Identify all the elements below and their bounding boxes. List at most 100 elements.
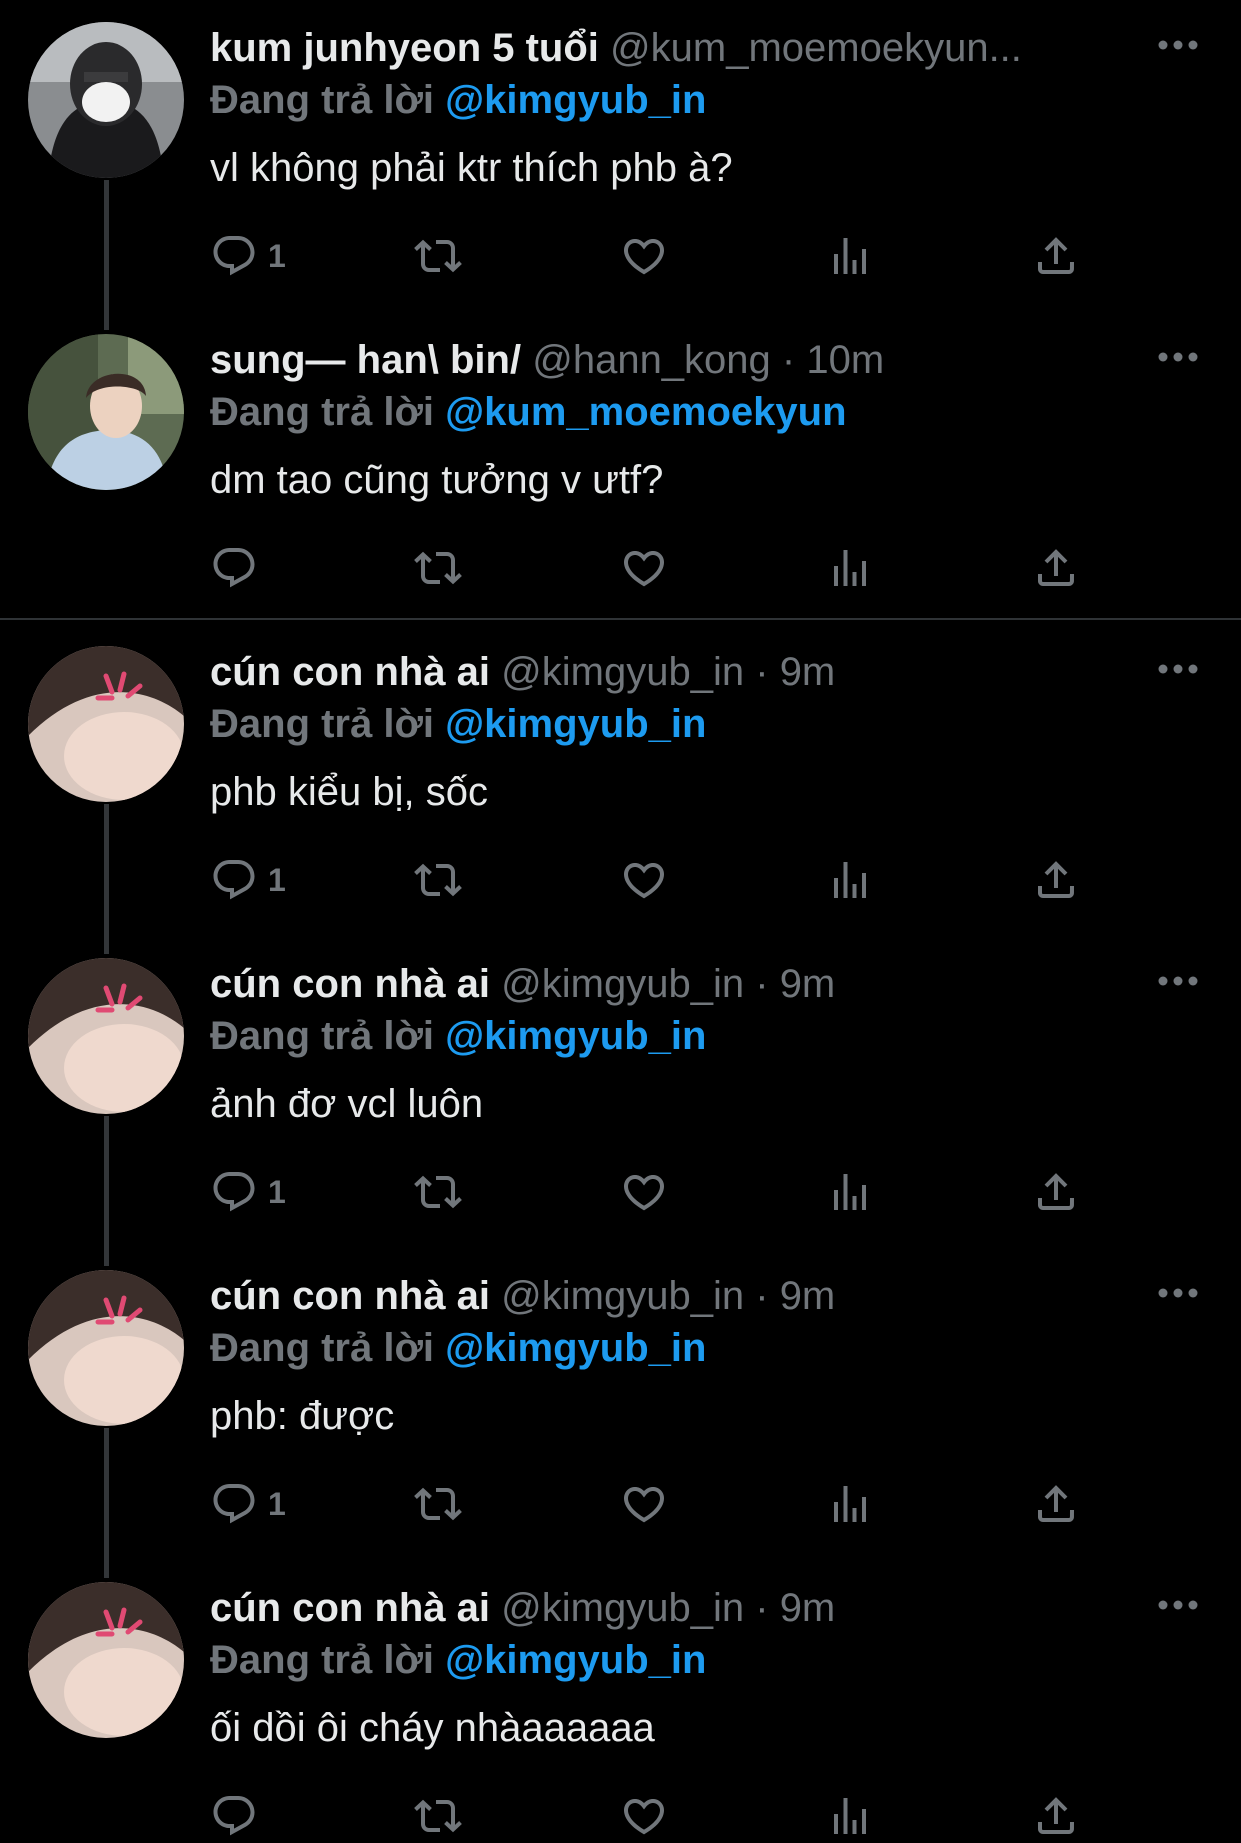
share-icon [1032,232,1080,280]
retweet-button[interactable] [414,1790,462,1842]
more-icon[interactable] [1157,654,1199,684]
tweet-timestamp[interactable]: 9m [780,1274,836,1318]
replying-to-handle[interactable]: @kimgyub_in [445,1014,706,1058]
share-button[interactable] [1032,230,1080,282]
views-icon [826,856,874,904]
like-button[interactable] [620,230,668,282]
like-icon [620,544,668,592]
tweet[interactable]: cún con nhà ai @kimgyub_in · 9m Đang trả… [0,936,1241,1248]
share-icon [1032,1792,1080,1840]
display-name[interactable]: cún con nhà ai [210,1586,490,1630]
user-handle[interactable]: @hann_kong [532,338,771,382]
more-icon[interactable] [1157,1278,1199,1308]
retweet-icon [414,1480,462,1528]
retweet-button[interactable] [414,1478,462,1530]
replying-to-label: Đang trả lời [210,702,435,746]
display-name[interactable]: sung— han\ bin/ [210,338,521,382]
replying-to: Đang trả lời @kimgyub_in [210,1634,706,1686]
share-button[interactable] [1032,854,1080,906]
avatar[interactable] [28,1270,184,1426]
avatar[interactable] [28,1582,184,1738]
reply-count: 1 [268,861,286,898]
reply-button[interactable]: 1 [210,1166,286,1218]
reply-count: 1 [268,1173,286,1210]
like-button[interactable] [620,1166,668,1218]
display-name[interactable]: cún con nhà ai [210,650,490,694]
like-button[interactable] [620,1790,668,1842]
replying-to: Đang trả lời @kimgyub_in [210,1322,706,1374]
user-handle[interactable]: @kimgyub_in [501,962,744,1006]
views-button[interactable] [826,1790,874,1842]
reply-icon [210,544,258,592]
tweet[interactable]: cún con nhà ai @kimgyub_in · 9m Đang trả… [0,1560,1241,1843]
retweet-button[interactable] [414,1166,462,1218]
share-button[interactable] [1032,1790,1080,1842]
user-handle[interactable]: @kimgyub_in [501,650,744,694]
replying-to-handle[interactable]: @kum_moemoekyun [445,390,846,434]
reply-button[interactable]: 1 [210,1478,286,1530]
tweet-timestamp[interactable]: 9m [780,962,836,1006]
views-button[interactable] [826,1166,874,1218]
tweet-header: cún con nhà ai @kimgyub_in · 9m [210,1580,1141,1636]
user-handle[interactable]: @kimgyub_in [501,1586,744,1630]
reply-icon [210,232,258,280]
user-handle[interactable]: @kimgyub_in [501,1274,744,1318]
retweet-button[interactable] [414,542,462,594]
reply-icon [210,1480,258,1528]
reply-button[interactable]: 1 [210,854,286,906]
reply-button[interactable] [210,1790,268,1842]
separator-dot: · [755,1274,769,1318]
share-button[interactable] [1032,1478,1080,1530]
tweet-text: phb: được [210,1394,395,1438]
views-button[interactable] [826,542,874,594]
tweet-timestamp[interactable]: 9m [780,1586,836,1630]
retweet-icon [414,544,462,592]
tweet-header: cún con nhà ai @kimgyub_in · 9m [210,644,1141,700]
like-button[interactable] [620,854,668,906]
replying-to-handle[interactable]: @kimgyub_in [445,78,706,122]
retweet-button[interactable] [414,230,462,282]
like-icon [620,232,668,280]
more-icon[interactable] [1157,342,1199,372]
replying-to-handle[interactable]: @kimgyub_in [445,1326,706,1370]
share-button[interactable] [1032,542,1080,594]
avatar[interactable] [28,958,184,1114]
reply-button[interactable]: 1 [210,230,286,282]
tweet-text: ối dồi ôi cháy nhàaaaaaa [210,1706,655,1750]
more-icon[interactable] [1157,30,1199,60]
like-button[interactable] [620,542,668,594]
display-name[interactable]: kum junhyeon 5 tuổi [210,26,599,70]
user-handle[interactable]: @kum_moemoekyun... [610,26,1022,70]
avatar[interactable] [28,334,184,490]
tweet[interactable]: cún con nhà ai @kimgyub_in · 9m Đang trả… [0,1248,1241,1560]
views-icon [826,1480,874,1528]
reply-icon [210,856,258,904]
replying-to-handle[interactable]: @kimgyub_in [445,1638,706,1682]
tweet-actions: 1 [210,854,1110,906]
display-name[interactable]: cún con nhà ai [210,1274,490,1318]
retweet-icon [414,232,462,280]
tweet-timestamp[interactable]: 9m [780,650,836,694]
reply-count: 1 [268,237,286,274]
reply-button[interactable] [210,542,268,594]
separator-dot: · [755,1586,769,1630]
tweet[interactable]: cún con nhà ai @kimgyub_in · 9m Đang trả… [0,624,1241,936]
display-name[interactable]: cún con nhà ai [210,962,490,1006]
retweet-icon [414,1792,462,1840]
replying-to-handle[interactable]: @kimgyub_in [445,702,706,746]
like-button[interactable] [620,1478,668,1530]
more-icon[interactable] [1157,1590,1199,1620]
tweet-text: phb kiểu bị, sốc [210,770,488,814]
tweet[interactable]: kum junhyeon 5 tuổi @kum_moemoekyun... Đ… [0,0,1241,312]
share-button[interactable] [1032,1166,1080,1218]
avatar[interactable] [28,22,184,178]
replying-to: Đang trả lời @kimgyub_in [210,1010,706,1062]
retweet-button[interactable] [414,854,462,906]
more-icon[interactable] [1157,966,1199,996]
tweet-timestamp[interactable]: 10m [806,338,884,382]
tweet[interactable]: sung— han\ bin/ @hann_kong · 10m Đang tr… [0,312,1241,624]
views-button[interactable] [826,1478,874,1530]
avatar[interactable] [28,646,184,802]
views-button[interactable] [826,230,874,282]
views-button[interactable] [826,854,874,906]
